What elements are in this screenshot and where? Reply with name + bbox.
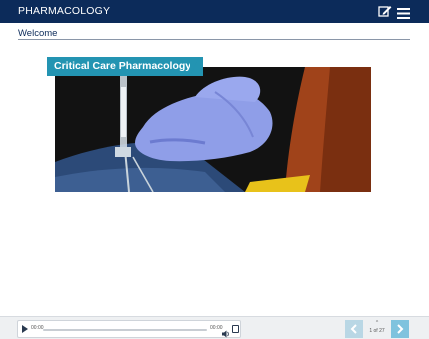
duration-time: 00:00: [210, 325, 223, 331]
current-time: 00:00: [31, 325, 44, 331]
previous-slide-button[interactable]: [345, 320, 363, 338]
slide-counter: ^ 1 of 27: [364, 320, 390, 338]
captions-icon[interactable]: [232, 325, 239, 333]
hamburger-menu-icon[interactable]: [397, 6, 410, 19]
hero-image: [55, 67, 371, 192]
chevron-left-icon: [350, 324, 357, 334]
next-slide-button[interactable]: [391, 320, 409, 338]
counter-up-indicator: ^: [375, 320, 379, 326]
title-divider: [18, 39, 410, 40]
play-icon[interactable]: [22, 325, 28, 333]
seek-bar[interactable]: [43, 329, 207, 331]
slide-count: 1 of 27: [369, 328, 385, 334]
chevron-right-icon: [397, 324, 404, 334]
edit-notes-icon[interactable]: [378, 5, 392, 18]
volume-icon[interactable]: [222, 325, 230, 338]
course-title: PHARMACOLOGY: [18, 5, 111, 17]
top-bar: PHARMACOLOGY: [0, 0, 429, 23]
course-banner: Critical Care Pharmacology: [47, 57, 204, 76]
banner-tail: [190, 57, 199, 76]
course-window: PHARMACOLOGY Welcome Critical Care Pharm…: [0, 0, 429, 339]
page-title: Welcome: [18, 28, 58, 39]
audio-player: 00:00 00:00: [17, 320, 241, 338]
